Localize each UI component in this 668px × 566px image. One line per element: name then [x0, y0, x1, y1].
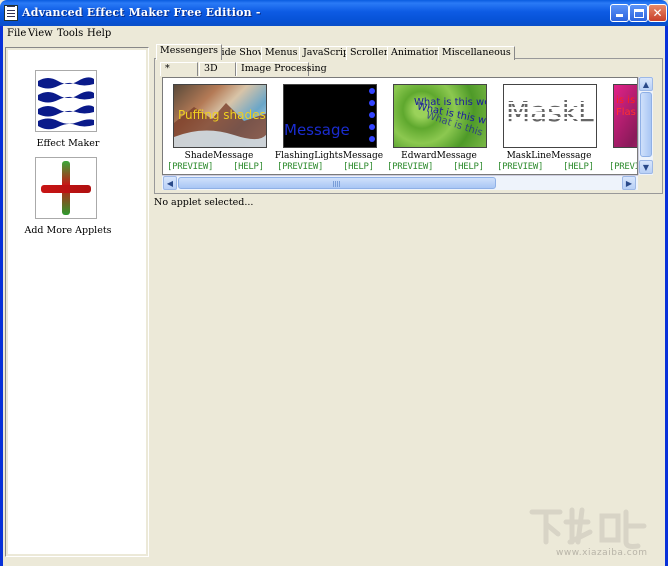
scroll-right-button[interactable]: ▶ [622, 176, 636, 190]
applet-name: EdwardMessage [401, 151, 477, 161]
subtab-3d[interactable]: 3D [199, 62, 236, 76]
subtab-all[interactable]: * [160, 62, 198, 76]
add-applets-button[interactable] [35, 157, 97, 219]
menu-help[interactable]: Help [87, 28, 111, 39]
sidebar-inner: Effect Maker Add More Applets [8, 50, 146, 554]
chevron-left-icon: ◀ [166, 178, 174, 188]
chevron-up-icon: ▲ [642, 79, 650, 89]
applet-card[interactable]: What is this wei What is this wei What i… [383, 78, 493, 174]
shade-thumb-art: Puffing shades [174, 103, 266, 147]
applet-card[interactable]: is is Flas [PREVI [603, 78, 637, 174]
scroll-left-button[interactable]: ◀ [163, 176, 177, 190]
watermark-text: www.xiazaiba.com [556, 548, 648, 558]
close-button[interactable]: ✕ [648, 4, 667, 22]
help-link[interactable]: [HELP] [563, 162, 594, 172]
tab-miscellaneous[interactable]: Miscellaneous [438, 46, 515, 60]
close-icon: ✕ [652, 6, 663, 20]
applet-card[interactable]: Puffing shades ShadeMessage [PREVIEW] [H… [163, 78, 273, 174]
partial-thumb-art: is is Flas [616, 95, 636, 118]
preview-link[interactable]: [PREVIEW] [167, 162, 213, 172]
menu-tools[interactable]: Tools [57, 28, 83, 39]
plus-icon [41, 161, 91, 215]
thumb-text: Message [284, 121, 350, 139]
applet-thumbnail[interactable]: Puffing shades [173, 84, 267, 148]
edward-thumb-art: What is this wei What is this wei What i… [414, 97, 486, 145]
menu-view[interactable]: View [28, 28, 53, 39]
preview-link[interactable]: [PREVIEW] [277, 162, 323, 172]
gallery-horizontal-scrollbar[interactable]: ◀ ▶ [162, 175, 638, 190]
help-link[interactable]: [HELP] [233, 162, 264, 172]
effect-maker-label: Effect Maker [36, 138, 100, 149]
status-text: No applet selected... [154, 197, 254, 208]
preview-link[interactable]: [PREVI [609, 162, 637, 172]
applet-name: ShadeMessage [184, 151, 254, 161]
gallery-vertical-scrollbar[interactable]: ▲ ▼ [638, 77, 653, 175]
applet-card[interactable]: MaskL MaskLineMessage [PREVIEW] [HELP] [493, 78, 603, 174]
applet-thumbnail[interactable]: Message [283, 84, 377, 148]
maximize-icon [634, 9, 644, 18]
thumb-text: is is [616, 95, 635, 106]
preview-link[interactable]: [PREVIEW] [497, 162, 543, 172]
waves-icon [38, 77, 94, 130]
maskline-thumb-art: MaskL [504, 95, 596, 128]
thumb-text: MaskL [506, 95, 594, 128]
vertical-scroll-thumb[interactable] [640, 92, 652, 157]
tab-menus[interactable]: Menus [261, 46, 302, 60]
applet-card[interactable]: Message FlashingLightsMessage [PREVIEW] … [273, 78, 384, 174]
chevron-right-icon: ▶ [625, 178, 633, 188]
flashing-thumb-art: Message [284, 88, 375, 142]
app-icon[interactable] [4, 5, 18, 21]
maximize-button[interactable] [629, 4, 648, 22]
preview-link[interactable]: [PREVIEW] [387, 162, 433, 172]
applet-thumbnail[interactable]: MaskL [503, 84, 597, 148]
title-bar[interactable]: Advanced Effect Maker Free Edition - ✕ [0, 0, 668, 26]
horizontal-scroll-thumb[interactable] [178, 177, 496, 189]
window-frame-left [0, 26, 3, 566]
chevron-down-icon: ▼ [642, 162, 650, 172]
scroll-up-button[interactable]: ▲ [639, 77, 653, 91]
subtab-image-processing[interactable]: Image Processing [236, 62, 327, 76]
tab-messengers[interactable]: Messengers [156, 44, 222, 60]
help-link[interactable]: [HELP] [453, 162, 484, 172]
menu-bar: File View Tools Help [3, 26, 665, 43]
applet-gallery: Puffing shades ShadeMessage [PREVIEW] [H… [162, 77, 638, 175]
grip-icon [333, 181, 341, 187]
scroll-down-button[interactable]: ▼ [639, 160, 653, 174]
applet-thumbnail[interactable]: is is Flas [613, 84, 637, 148]
menu-file[interactable]: File [7, 28, 26, 39]
thumb-text: Puffing shades [178, 108, 266, 122]
effect-maker-button[interactable] [35, 70, 97, 132]
applet-sidebar: Effect Maker Add More Applets [5, 47, 149, 557]
add-applets-label: Add More Applets [24, 225, 112, 236]
applet-name: MaskLineMessage [506, 151, 592, 161]
svg-text:Flas: Flas [616, 107, 636, 118]
applet-thumbnail[interactable]: What is this wei What is this wei What i… [393, 84, 487, 148]
minimize-icon [616, 14, 623, 17]
minimize-button[interactable] [610, 4, 629, 22]
help-link[interactable]: [HELP] [343, 162, 374, 172]
applet-name: FlashingLightsMessage [274, 151, 384, 161]
window-title: Advanced Effect Maker Free Edition - [22, 6, 261, 19]
